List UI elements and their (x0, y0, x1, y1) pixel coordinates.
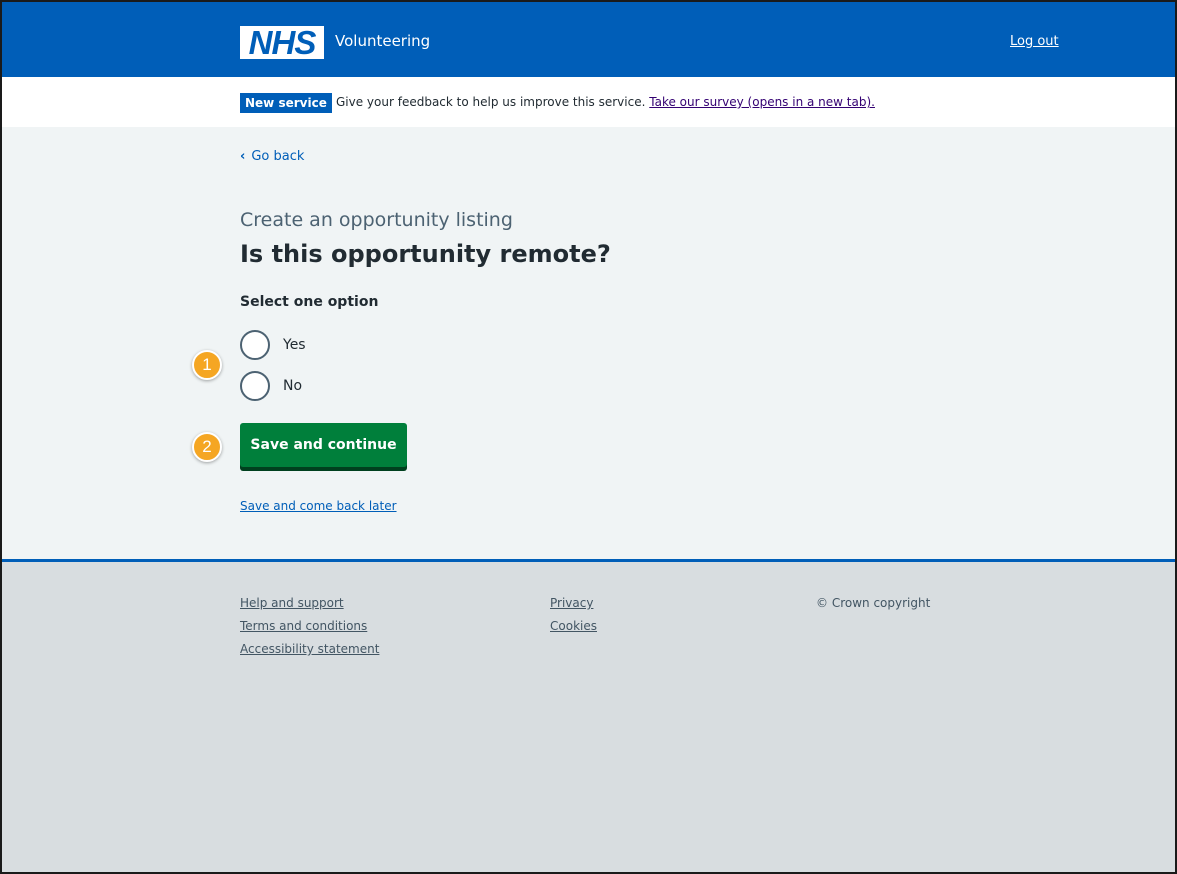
footer-link-help[interactable]: Help and support (240, 592, 379, 615)
back-link[interactable]: ‹ Go back (240, 149, 304, 164)
radio-yes[interactable] (240, 330, 270, 360)
page-title: Is this opportunity remote? (240, 240, 611, 268)
survey-link[interactable]: Take our survey (opens in a new tab). (649, 95, 875, 109)
service-name[interactable]: Volunteering (335, 32, 430, 50)
radio-label-no[interactable]: No (283, 378, 302, 394)
new-service-tag: New service (240, 93, 332, 113)
banner-text: Give your feedback to help us improve th… (336, 95, 646, 109)
radios-legend: Select one option (240, 294, 379, 310)
site-header: NHS Volunteering Log out (2, 2, 1175, 77)
screenshot-frame: NHS Volunteering Log out New service Giv… (0, 0, 1177, 874)
radio-no[interactable] (240, 371, 270, 401)
site-footer: Help and support Terms and conditions Ac… (2, 559, 1175, 872)
annotation-marker-1: 1 (192, 350, 222, 380)
page-caption: Create an opportunity listing (240, 209, 513, 231)
footer-column-1: Help and support Terms and conditions Ac… (240, 592, 379, 661)
radio-option-no[interactable]: No (240, 371, 302, 401)
nhs-logo-text: NHS (248, 24, 317, 61)
footer-link-terms[interactable]: Terms and conditions (240, 615, 379, 638)
nhs-logo[interactable]: NHS (240, 24, 324, 61)
main-content: ‹ Go back Create an opportunity listing I… (2, 127, 1175, 559)
footer-link-accessibility[interactable]: Accessibility statement (240, 638, 379, 661)
footer-column-2: Privacy Cookies (550, 592, 597, 638)
logout-link[interactable]: Log out (1010, 34, 1059, 49)
annotation-marker-2: 2 (192, 432, 222, 462)
copyright-text: © Crown copyright (816, 596, 931, 610)
radio-option-yes[interactable]: Yes (240, 330, 306, 360)
footer-link-privacy[interactable]: Privacy (550, 592, 597, 615)
back-label: Go back (251, 149, 305, 164)
chevron-left-icon: ‹ (240, 149, 246, 164)
radio-label-yes[interactable]: Yes (283, 337, 306, 353)
save-and-come-back-later-link[interactable]: Save and come back later (240, 499, 397, 513)
phase-banner: New service Give your feedback to help u… (2, 77, 1175, 127)
banner-message: Give your feedback to help us improve th… (336, 94, 875, 110)
footer-link-cookies[interactable]: Cookies (550, 615, 597, 638)
save-and-continue-button[interactable]: Save and continue (240, 423, 407, 467)
